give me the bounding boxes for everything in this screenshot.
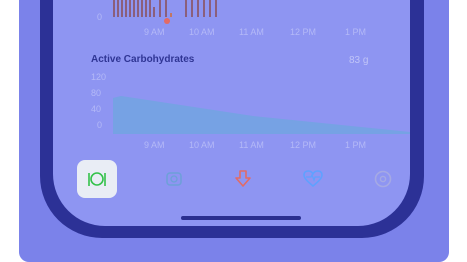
bolus-bar xyxy=(117,0,119,17)
bolus-bar xyxy=(145,0,147,17)
tab-health[interactable] xyxy=(293,160,333,198)
bolus-bar xyxy=(185,0,187,17)
bolus-bar xyxy=(191,0,193,17)
carbs-value: 83 g xyxy=(349,55,369,66)
bolus-bar xyxy=(133,0,135,17)
fork-knife-icon xyxy=(88,172,106,186)
bolus-x-tick: 1 PM xyxy=(345,27,367,37)
bolus-bar xyxy=(170,13,172,17)
pump-icon xyxy=(166,172,182,186)
gear-icon xyxy=(374,170,392,188)
bolus-bar xyxy=(153,7,155,17)
carbs-area-chart xyxy=(113,96,410,134)
home-indicator[interactable] xyxy=(181,216,301,220)
bolus-bar xyxy=(159,0,161,17)
carbs-x-tick: 11 AM xyxy=(239,140,264,150)
bolus-bars xyxy=(113,0,223,17)
bolus-y-label: 0 xyxy=(97,12,103,22)
carbs-y-tick: 0 xyxy=(97,120,103,130)
bolus-bar xyxy=(203,0,205,17)
heart-icon xyxy=(303,170,323,188)
tab-bolus[interactable] xyxy=(223,160,263,198)
bolus-bar xyxy=(165,0,167,17)
bolus-marker xyxy=(164,18,170,24)
carbs-x-tick: 10 AM xyxy=(189,140,215,150)
carbs-x-tick: 12 PM xyxy=(290,140,317,150)
carbs-area xyxy=(113,96,410,134)
bolus-bar xyxy=(215,0,217,17)
app-screen: 0 9 AM 10 AM 11 AM 12 PM 1 PM Active Car… xyxy=(53,0,410,226)
carbs-y-tick: 80 xyxy=(91,88,102,98)
bolus-arrow-icon xyxy=(235,170,251,187)
bolus-bar xyxy=(129,0,131,17)
carbs-y-tick: 120 xyxy=(91,72,107,82)
bolus-bar xyxy=(121,0,123,17)
carbs-title: Active Carbohydrates xyxy=(91,54,195,65)
bolus-chart: 0 9 AM 10 AM 11 AM 12 PM 1 PM xyxy=(53,0,410,37)
bolus-bar xyxy=(209,0,211,17)
carbs-x-tick: 9 AM xyxy=(144,140,165,150)
bolus-x-tick: 10 AM xyxy=(189,27,215,37)
carbs-x-tick: 1 PM xyxy=(345,140,367,150)
bolus-bar xyxy=(141,0,143,17)
tab-pump[interactable] xyxy=(154,160,194,198)
bolus-x-tick: 11 AM xyxy=(239,27,264,37)
tab-carbs[interactable] xyxy=(77,160,117,198)
bolus-bar xyxy=(149,0,151,17)
bolus-bar xyxy=(113,0,115,17)
carbs-y-tick: 40 xyxy=(91,104,102,114)
bolus-x-tick: 12 PM xyxy=(290,27,317,37)
tab-settings[interactable] xyxy=(363,160,403,198)
bolus-bar xyxy=(125,0,127,17)
bolus-x-tick: 9 AM xyxy=(144,27,165,37)
bolus-bar xyxy=(197,0,199,17)
bolus-bar xyxy=(137,0,139,17)
